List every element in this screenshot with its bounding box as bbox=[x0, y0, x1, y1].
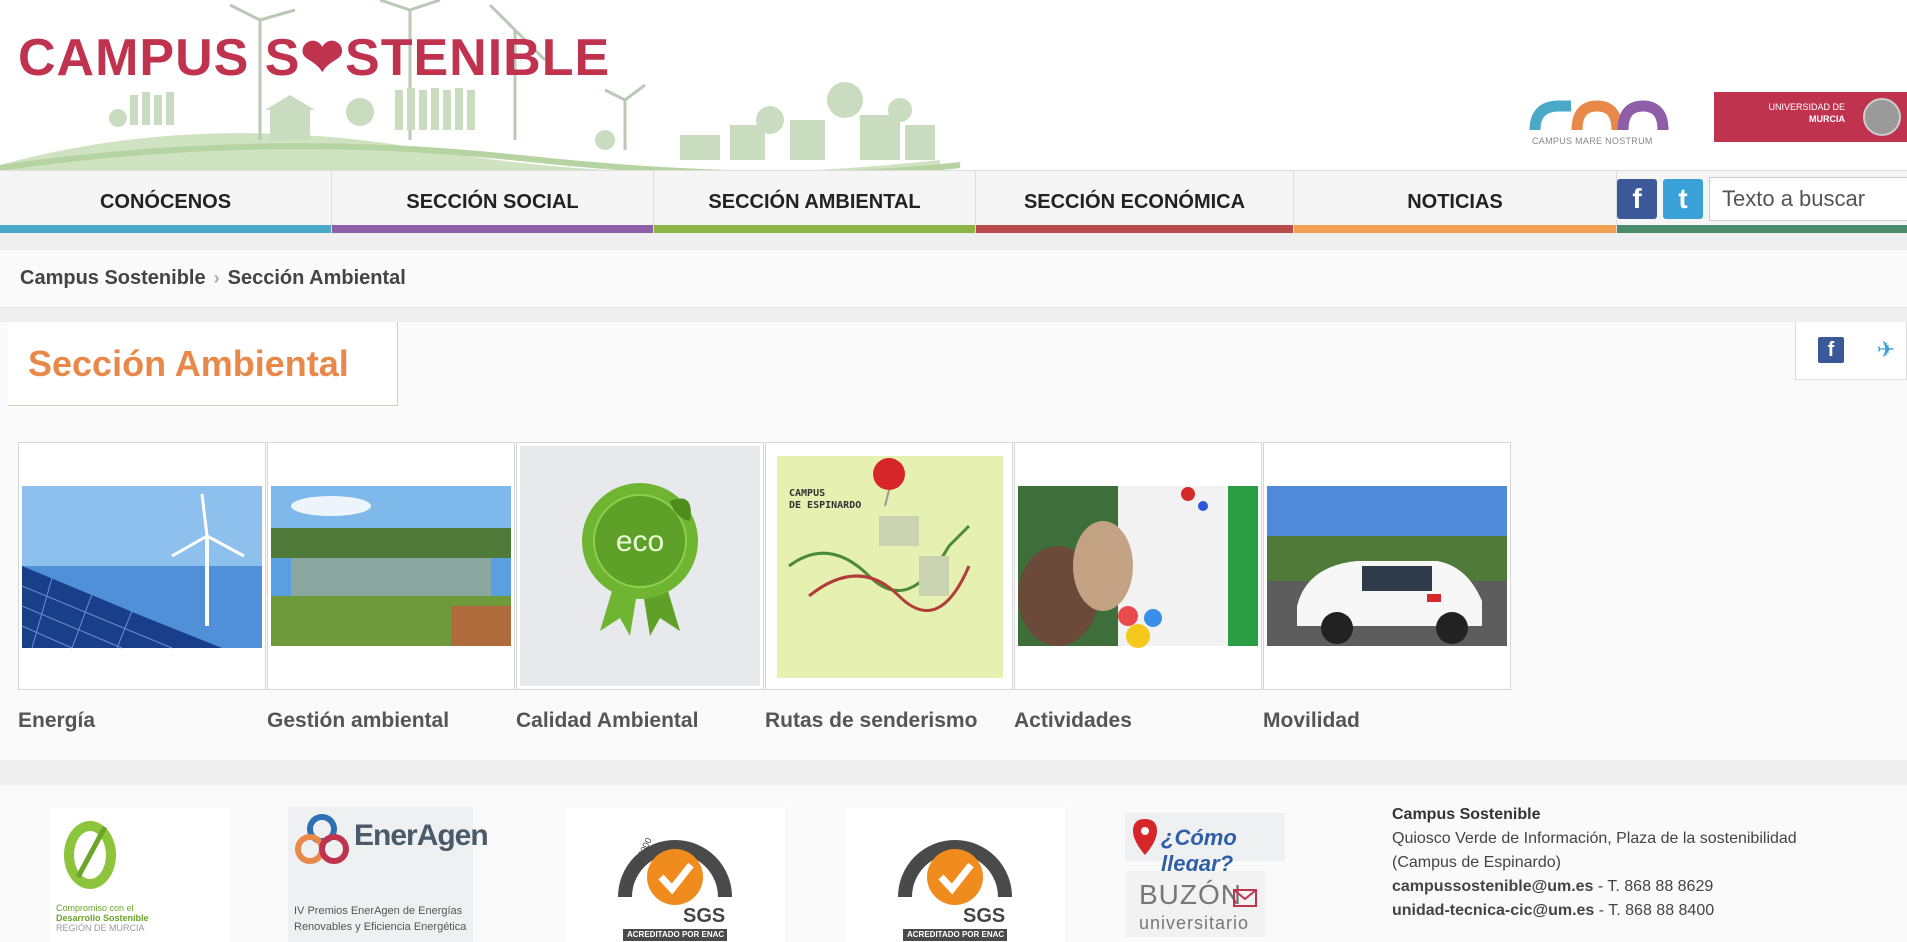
contact-email-1[interactable]: campussostenible@um.es bbox=[1392, 878, 1593, 895]
tile-label-rutas[interactable]: Rutas de senderismo bbox=[765, 709, 977, 733]
sgs-certification-icon bbox=[618, 840, 732, 941]
nav-label: SECCIÓN AMBIENTAL bbox=[708, 190, 921, 213]
nav-label: SECCIÓN ECONÓMICA bbox=[1023, 190, 1246, 213]
eneragen-name: EnerAgen bbox=[354, 819, 489, 852]
tile-gestion-ambiental[interactable] bbox=[267, 442, 515, 690]
sgs-text: SGS bbox=[683, 905, 726, 927]
svg-text:eco: eco bbox=[616, 525, 664, 558]
universidad-murcia-logo[interactable]: UNIVERSIDAD DE MURCIA bbox=[1714, 92, 1907, 142]
svg-text:CAMPUS: CAMPUS bbox=[789, 488, 825, 499]
tile-actividades[interactable] bbox=[1014, 442, 1262, 690]
enac-text: ACREDITADO POR ENAC bbox=[627, 930, 725, 939]
nav-label: CONÓCENOS bbox=[99, 190, 232, 213]
sgs-certification-icon bbox=[898, 840, 1012, 941]
search-input[interactable] bbox=[1709, 177, 1907, 221]
nav-seccion-ambiental[interactable]: SECCIÓN AMBIENTAL bbox=[654, 171, 976, 233]
nav-seccion-economica[interactable]: SECCIÓN ECONÓMICA bbox=[976, 171, 1294, 233]
twitter-button[interactable]: t bbox=[1663, 179, 1703, 219]
children-painting-image bbox=[1018, 486, 1258, 648]
buzon-universitario-link[interactable]: BUZÓN universitario bbox=[1125, 871, 1265, 937]
pond-image bbox=[271, 486, 511, 646]
tile-label-calidad[interactable]: Calidad Ambiental bbox=[516, 709, 698, 733]
um-line1: UNIVERSIDAD DE bbox=[1768, 102, 1845, 112]
contact-phone-1: - T. 868 88 8629 bbox=[1593, 878, 1714, 895]
tile-rutas-senderismo[interactable]: CAMPUS DE ESPINARDO bbox=[765, 442, 1013, 690]
main-content: Sección Ambiental f ✈ eco CAMPUS DE ESPI… bbox=[0, 322, 1907, 760]
facebook-button[interactable]: f bbox=[1617, 179, 1657, 219]
chevron-right-icon: › bbox=[213, 268, 220, 288]
compromiso-desarrollo-logo[interactable]: Compromiso con el Desarrollo Sostenible … bbox=[50, 807, 230, 942]
twitter-share-icon[interactable]: ✈ bbox=[1871, 337, 1901, 363]
sgs-cert-text: SYSTEM CERTIFICATION bbox=[917, 813, 1002, 820]
nav-noticias[interactable]: NOTICIAS bbox=[1294, 171, 1617, 233]
nav-social-search: f t bbox=[1617, 171, 1907, 233]
svg-text:DE ESPINARDO: DE ESPINARDO bbox=[789, 500, 861, 511]
map-image: CAMPUS DE ESPINARDO bbox=[777, 456, 1003, 678]
sgs-text: SGS bbox=[963, 905, 1006, 927]
universitario-label: universitario bbox=[1139, 913, 1250, 933]
main-navigation: CONÓCENOS SECCIÓN SOCIAL SECCIÓN AMBIENT… bbox=[0, 170, 1907, 233]
site-header: CAMPUS S❤STENIBLE CAMPUS MARE NOSTRUM UN… bbox=[0, 0, 1907, 170]
map-pin-icon bbox=[1133, 819, 1157, 855]
contact-address: Quiosco Verde de Información, Plaza de l… bbox=[1392, 830, 1797, 847]
tile-label-gestion[interactable]: Gestión ambiental bbox=[267, 709, 449, 733]
tile-movilidad[interactable] bbox=[1263, 442, 1511, 690]
site-logo[interactable]: CAMPUS S❤STENIBLE bbox=[18, 28, 610, 88]
buzon-label: BUZÓN bbox=[1139, 879, 1242, 910]
contact-email-2[interactable]: unidad-tecnica-cic@um.es bbox=[1392, 902, 1594, 919]
breadcrumb-current: Sección Ambiental bbox=[227, 267, 406, 289]
nav-color-bar bbox=[332, 225, 653, 233]
um-line2: MURCIA bbox=[1809, 114, 1845, 124]
breadcrumb: Campus Sostenible › Sección Ambiental bbox=[0, 250, 1907, 308]
contact-title: Campus Sostenible bbox=[1392, 806, 1541, 823]
compromiso-line1: Compromiso con el bbox=[56, 903, 134, 913]
nav-color-bar bbox=[976, 225, 1293, 233]
compromiso-line3: REGIÓN DE MURCIA bbox=[56, 923, 145, 933]
nav-color-bar bbox=[1617, 225, 1907, 233]
enac-text: ACREDITADO POR ENAC bbox=[907, 930, 1005, 939]
facebook-share-icon[interactable]: f bbox=[1818, 337, 1844, 363]
tile-label-actividades[interactable]: Actividades bbox=[1014, 709, 1132, 733]
eneragen-logo[interactable]: EnerAgen IV Premios EnerAgen de Energías… bbox=[288, 807, 489, 942]
eco-badge-image: eco bbox=[520, 446, 760, 686]
tile-label-movilidad[interactable]: Movilidad bbox=[1263, 709, 1360, 733]
tile-label-energia[interactable]: Energía bbox=[18, 709, 95, 733]
contact-phone-2: - T. 868 88 8400 bbox=[1594, 902, 1715, 919]
university-seal-icon bbox=[1863, 98, 1901, 136]
nav-color-bar bbox=[654, 225, 975, 233]
site-footer: Compromiso con el Desarrollo Sostenible … bbox=[0, 785, 1907, 942]
nav-label: SECCIÓN SOCIAL bbox=[406, 190, 579, 213]
eneragen-rings-icon bbox=[295, 814, 349, 864]
nav-color-bar bbox=[1294, 225, 1616, 233]
nav-color-bar bbox=[0, 225, 331, 233]
page-title-box: Sección Ambiental bbox=[8, 322, 398, 406]
compromiso-line2: Desarrollo Sostenible bbox=[56, 913, 149, 923]
nav-label: NOTICIAS bbox=[1407, 190, 1503, 213]
como-llegar-link[interactable]: ¿Cómo llegar? bbox=[1125, 813, 1285, 876]
contact-info: Campus Sostenible Quiosco Verde de Infor… bbox=[1392, 803, 1892, 923]
sgs-iso14001-certification[interactable]: SYSTEM CERTIFICATION ISO 14001 SGS ACRED… bbox=[845, 807, 1065, 942]
sgs-iso9001-certification[interactable]: SYSTEM CERTIFICATION ISO 9001:2000 SGS A… bbox=[565, 807, 785, 942]
eneragen-line1: IV Premios EnerAgen de Energías bbox=[294, 905, 463, 917]
page-title: Sección Ambiental bbox=[28, 342, 349, 384]
electric-car-image bbox=[1267, 486, 1507, 646]
cmn-caption: CAMPUS MARE NOSTRUM bbox=[1532, 136, 1653, 146]
nav-seccion-social[interactable]: SECCIÓN SOCIAL bbox=[332, 171, 654, 233]
sgs-cert-text: SYSTEM CERTIFICATION bbox=[637, 813, 722, 820]
envelope-icon bbox=[1233, 889, 1257, 907]
tile-energia[interactable] bbox=[18, 442, 266, 690]
share-buttons: f ✈ bbox=[1795, 322, 1907, 380]
contact-campus: (Campus de Espinardo) bbox=[1392, 854, 1561, 871]
tile-calidad-ambiental[interactable]: eco bbox=[516, 442, 764, 690]
nav-conocenos[interactable]: CONÓCENOS bbox=[0, 171, 332, 233]
wind-turbine-solar-image bbox=[22, 486, 262, 649]
breadcrumb-home-link[interactable]: Campus Sostenible bbox=[20, 267, 206, 290]
como-llegar-label: ¿Cómo llegar? bbox=[1161, 825, 1237, 876]
eneragen-line2: Renovables y Eficiencia Energética bbox=[294, 921, 467, 933]
